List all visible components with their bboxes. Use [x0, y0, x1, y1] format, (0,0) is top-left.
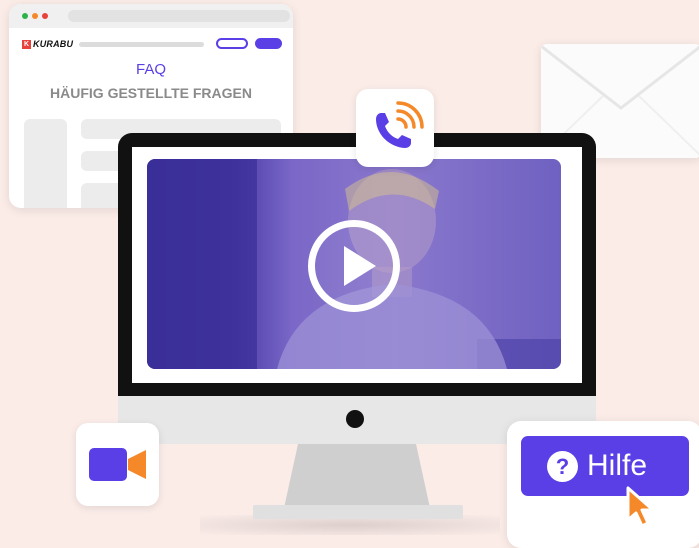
sidebar-placeholder [24, 119, 67, 208]
faq-title: FAQ [135, 61, 166, 78]
mouse-cursor-icon [626, 486, 655, 528]
phone-call-card [356, 89, 434, 167]
video-call-card [76, 423, 159, 506]
play-button[interactable] [308, 220, 400, 312]
phone-call-icon [376, 101, 424, 148]
nav-filled-button[interactable] [255, 38, 282, 49]
monitor-stand-base [253, 505, 463, 519]
window-dot-green [22, 13, 28, 19]
question-icon: ? [547, 450, 578, 482]
faq-subtitle: HÄUFIG GESTELLTE FRAGEN [50, 85, 252, 101]
nav-placeholder [79, 42, 204, 47]
nav-outline-button[interactable] [216, 38, 248, 49]
window-dot-red [42, 13, 48, 19]
monitor-camera-dot [346, 410, 364, 428]
video-camera-icon [89, 448, 146, 481]
kurabu-logo: K KURABU [22, 39, 73, 49]
browser-chrome [9, 4, 293, 28]
help-button[interactable]: ? Hilfe [521, 436, 689, 496]
window-dot-orange [32, 13, 38, 19]
play-icon [344, 246, 376, 286]
monitor-stand [284, 444, 430, 508]
logo-mark: K [22, 39, 31, 49]
help-button-label: Hilfe [587, 449, 648, 482]
logo-text: KURABU [33, 39, 74, 49]
address-bar[interactable] [68, 10, 290, 22]
